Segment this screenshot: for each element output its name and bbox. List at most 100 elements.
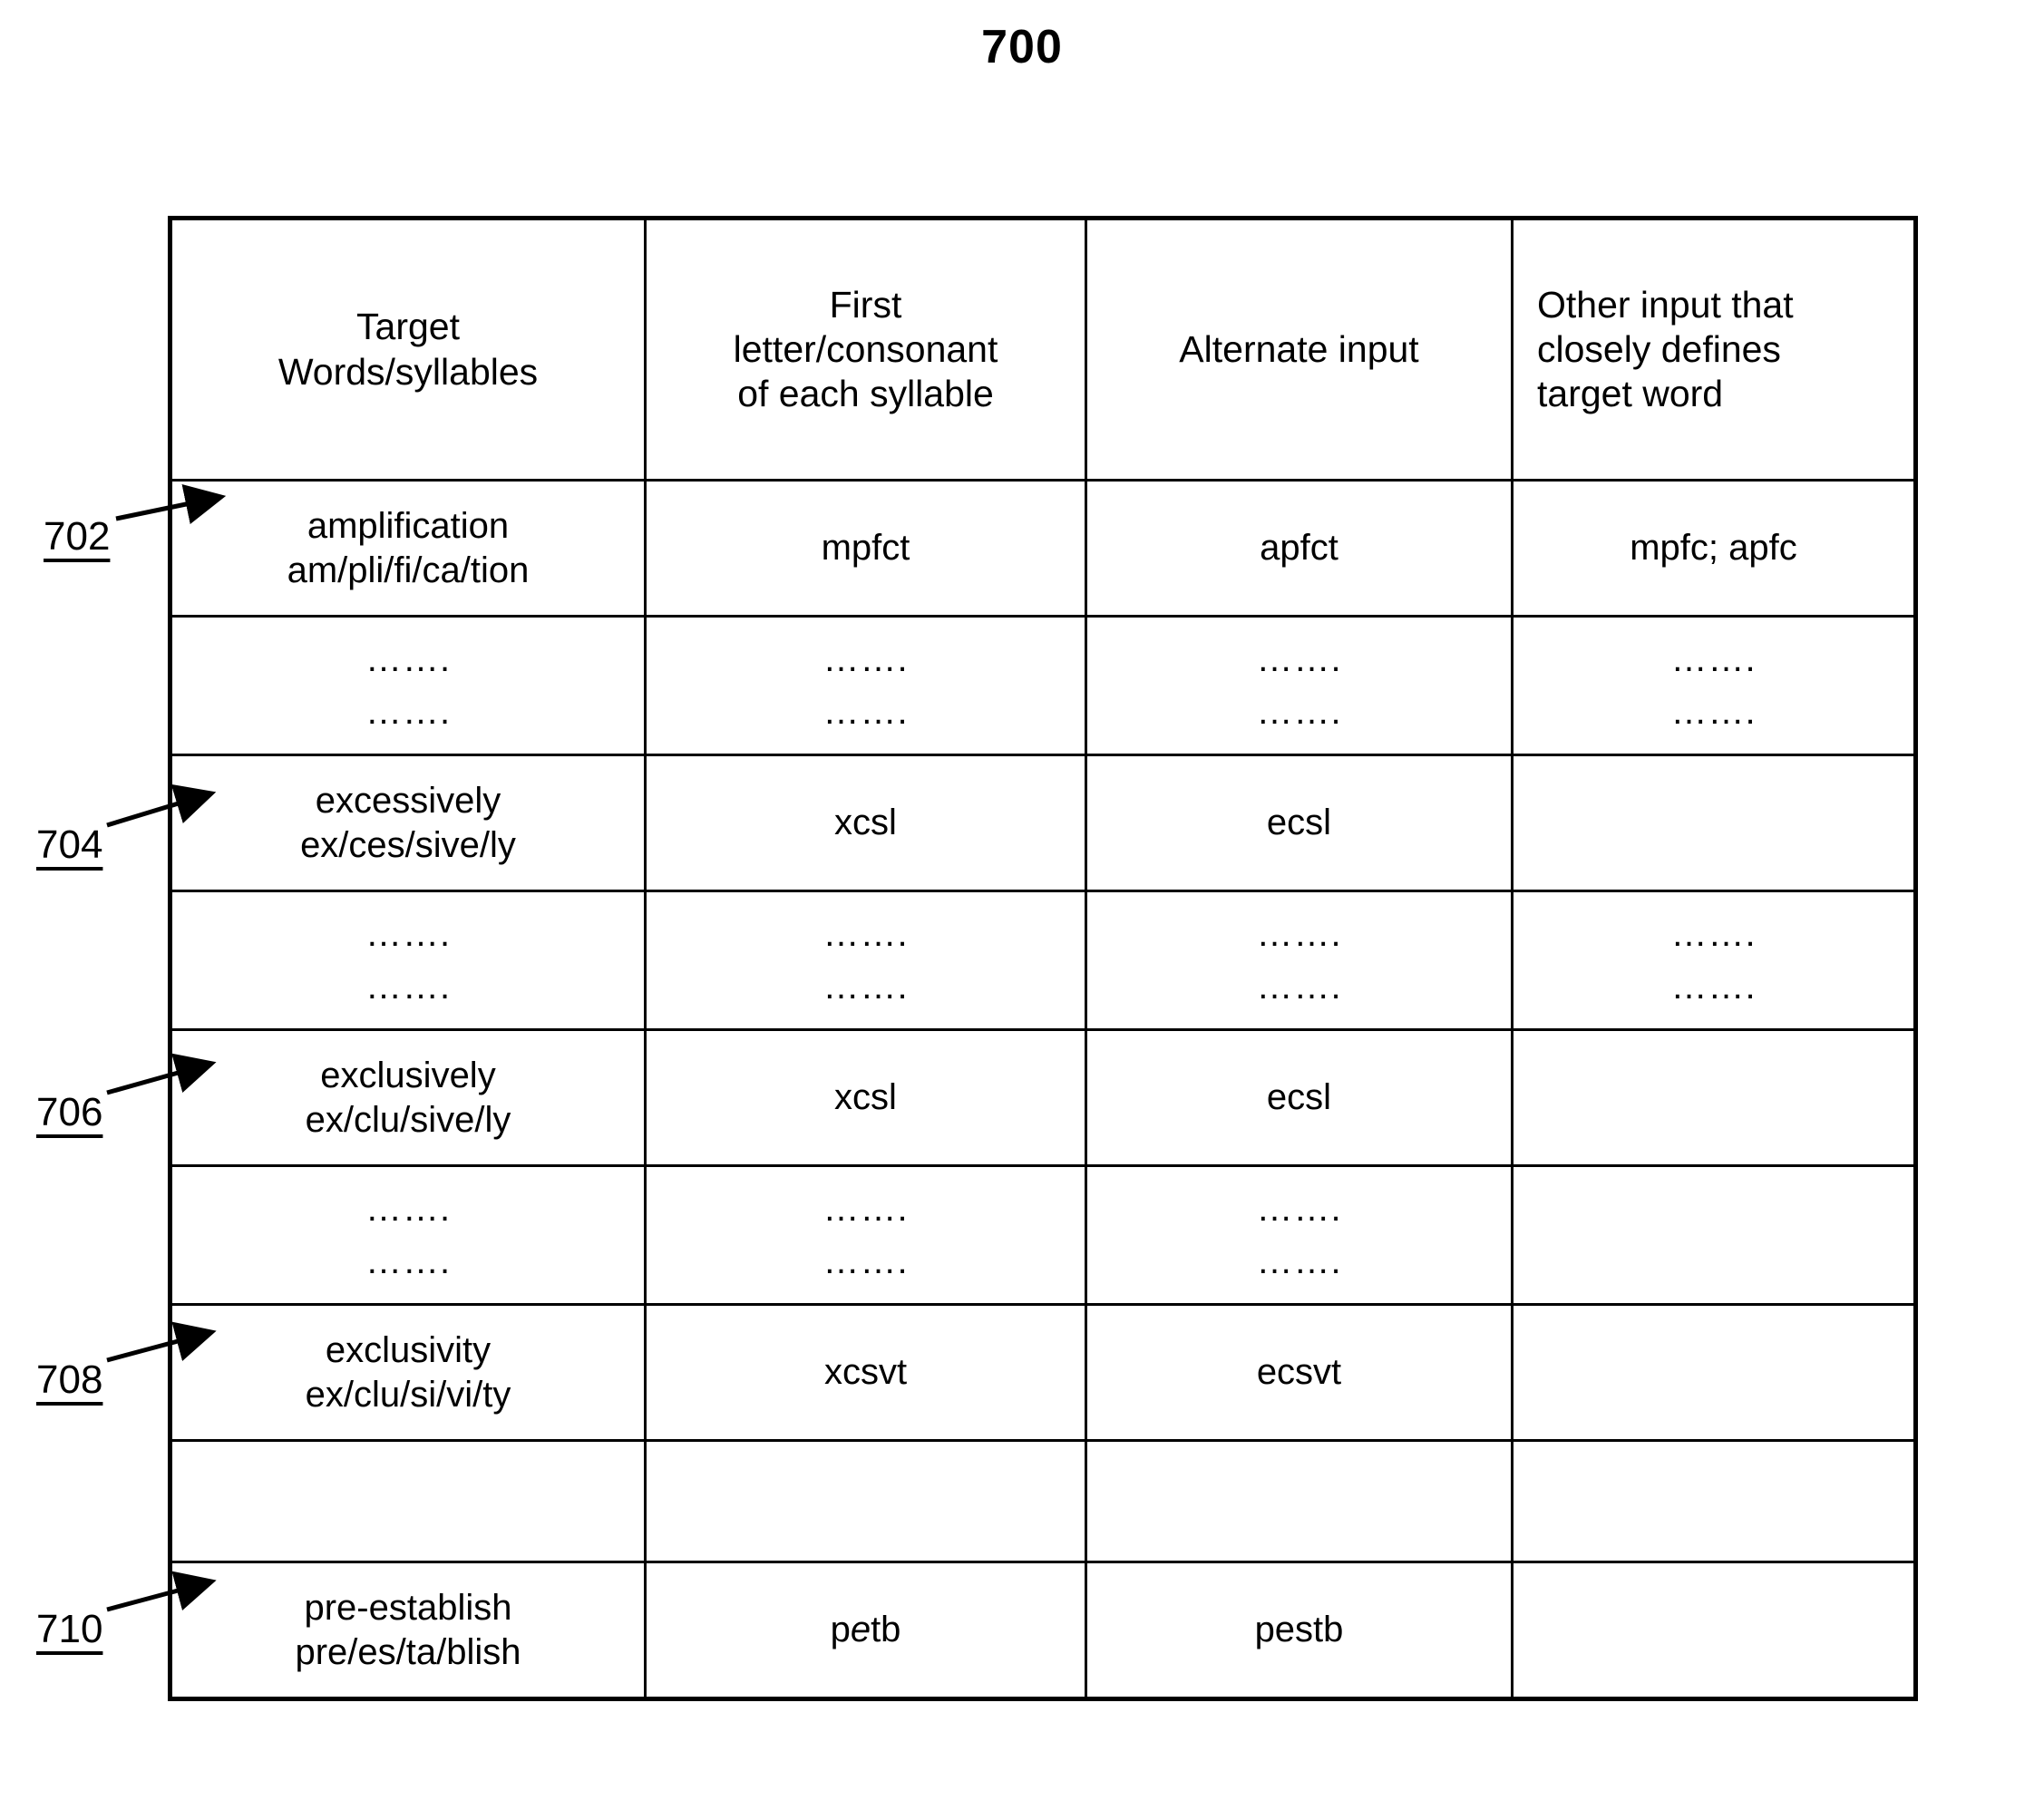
cell-alternate-input: ecsl (1085, 1028, 1514, 1167)
ellipsis-line: ……. (1256, 692, 1342, 732)
cell-first-letters: petb (644, 1561, 1087, 1700)
cell-blank (644, 1439, 1087, 1563)
ellipsis-line: ……. (365, 1189, 452, 1229)
ellipsis-line: ……. (365, 914, 452, 954)
target-syllables-text: ex/clu/si/vi/ty (305, 1374, 511, 1415)
target-syllables-text: ex/clu/sive/ly (305, 1099, 511, 1140)
target-syllables-text: pre/es/ta/blish (295, 1631, 521, 1672)
callout-label-710: 710 (36, 1607, 103, 1651)
ellipsis-line: ……. (365, 967, 452, 1007)
ellipsis-line: ……. (1670, 914, 1757, 954)
table-row-blank (169, 1439, 1917, 1563)
header-line: First (829, 283, 902, 326)
table-row: pre-establish pre/es/ta/blish petb pestb (169, 1561, 1917, 1700)
table-row-ellipsis: ……. ……. ……. ……. ……. ……. ……. ……. (169, 615, 1917, 756)
header-line: Alternate input (1179, 327, 1419, 370)
cell-target-word: pre-establish pre/es/ta/blish (169, 1561, 647, 1700)
table-row: excessively ex/ces/sive/ly xcsl ecsl (169, 754, 1917, 892)
first-letters-suffix: tb (871, 1610, 901, 1649)
ellipsis-line: ……. (365, 692, 452, 732)
ellipsis-line: ……. (822, 1189, 909, 1229)
header-line: letter/consonant (733, 327, 998, 370)
cell-ellipsis: ……. ……. (1085, 1164, 1514, 1306)
cell-alternate-input: pestb (1085, 1561, 1514, 1700)
target-syllables-text: am/pli/fi/ca/tion (287, 550, 530, 590)
cell-first-letters: xcsl (644, 1028, 1087, 1167)
cell-other-input (1511, 754, 1917, 892)
figure-table-container: Target Words/syllables First letter/cons… (168, 216, 1918, 1701)
target-word-text: pre-establish (304, 1587, 512, 1628)
target-word-text: exclusively (320, 1055, 496, 1095)
ellipsis-line: ……. (1670, 967, 1757, 1007)
cell-target-word: amplification am/pli/fi/ca/tion (169, 479, 647, 618)
ellipsis-line: ……. (1670, 639, 1757, 679)
cell-ellipsis: ……. ……. (1511, 890, 1917, 1031)
callout-label-706: 706 (36, 1090, 103, 1134)
column-header-first-letter: First letter/consonant of each syllable (644, 217, 1087, 482)
cell-ellipsis: ……. ……. (1085, 890, 1514, 1031)
header-line: Target (356, 306, 460, 348)
cell-ellipsis: ……. ……. (169, 615, 647, 756)
cell-other-input (1511, 1561, 1917, 1700)
cell-target-word: exclusively ex/clu/sive/ly (169, 1028, 647, 1167)
cell-alternate-input: ecsl (1085, 754, 1514, 892)
ellipsis-line: ……. (1256, 1189, 1342, 1229)
cell-ellipsis: ……. ……. (1511, 615, 1917, 756)
cell-first-letters: mpfct (644, 479, 1087, 618)
column-header-other-input: Other input that closely defines target … (1511, 217, 1917, 482)
table-row-ellipsis: ……. ……. ……. ……. ……. ……. ……. ……. (169, 890, 1917, 1031)
ellipsis-line: ……. (822, 967, 909, 1007)
cell-alternate-input: apfct (1085, 479, 1514, 618)
cell-ellipsis-empty (1511, 1164, 1917, 1306)
ellipsis-line: ……. (1256, 914, 1342, 954)
cell-blank (1085, 1439, 1514, 1563)
cell-ellipsis: ……. ……. (644, 615, 1087, 756)
figure-number: 700 (981, 21, 1063, 73)
cell-alternate-input: ecsvt (1085, 1303, 1514, 1442)
target-word-text: excessively (315, 780, 501, 821)
cell-target-word: excessively ex/ces/sive/ly (169, 754, 647, 892)
ellipsis-line: ……. (1256, 1241, 1342, 1281)
table-header-row: Target Words/syllables First letter/cons… (169, 217, 1917, 482)
cell-ellipsis: ……. ……. (1085, 615, 1514, 756)
first-letters-italic-part: e (850, 1610, 871, 1649)
ellipsis-line: ……. (822, 639, 909, 679)
ellipsis-line: ……. (822, 692, 909, 732)
header-line: target word (1537, 373, 1724, 415)
target-syllables-text: ex/ces/sive/ly (300, 824, 516, 865)
table-row: amplification am/pli/fi/ca/tion mpfct ap… (169, 479, 1917, 618)
ellipsis-line: ……. (365, 1241, 452, 1281)
cell-ellipsis: ……. ……. (644, 890, 1087, 1031)
target-word-text: amplification (307, 505, 510, 546)
header-line: Other input that (1537, 283, 1794, 326)
cell-target-word: exclusivity ex/clu/si/vi/ty (169, 1303, 647, 1442)
ellipsis-line: ……. (822, 914, 909, 954)
column-header-target-words: Target Words/syllables (169, 217, 647, 482)
header-line: of each syllable (737, 373, 994, 415)
ellipsis-line: ……. (1256, 639, 1342, 679)
cell-first-letters: xcsvt (644, 1303, 1087, 1442)
callout-label-702: 702 (44, 514, 111, 559)
cell-ellipsis: ……. ……. (169, 1164, 647, 1306)
callout-label-704: 704 (36, 822, 103, 867)
cell-blank (169, 1439, 647, 1563)
table-row: exclusivity ex/clu/si/vi/ty xcsvt ecsvt (169, 1303, 1917, 1442)
ellipsis-line: ……. (822, 1241, 909, 1281)
cell-blank (1511, 1439, 1917, 1563)
ellipsis-line: ……. (365, 639, 452, 679)
cell-other-input: mpfc; apfc (1511, 479, 1917, 618)
cell-ellipsis: ……. ……. (644, 1164, 1087, 1306)
table-row-ellipsis: ……. ……. ……. ……. ……. ……. (169, 1164, 1917, 1306)
header-line: closely defines (1537, 327, 1781, 370)
cell-other-input (1511, 1028, 1917, 1167)
callout-label-708: 708 (36, 1357, 103, 1402)
ellipsis-line: ……. (1670, 692, 1757, 732)
target-word-text: exclusivity (325, 1329, 492, 1370)
cell-other-input (1511, 1303, 1917, 1442)
column-header-alternate-input: Alternate input (1085, 217, 1514, 482)
ellipsis-line: ……. (1256, 967, 1342, 1007)
header-line: Words/syllables (277, 350, 539, 393)
cell-first-letters: xcsl (644, 754, 1087, 892)
cell-ellipsis: ……. ……. (169, 890, 647, 1031)
first-letters-prefix: p (830, 1610, 851, 1649)
